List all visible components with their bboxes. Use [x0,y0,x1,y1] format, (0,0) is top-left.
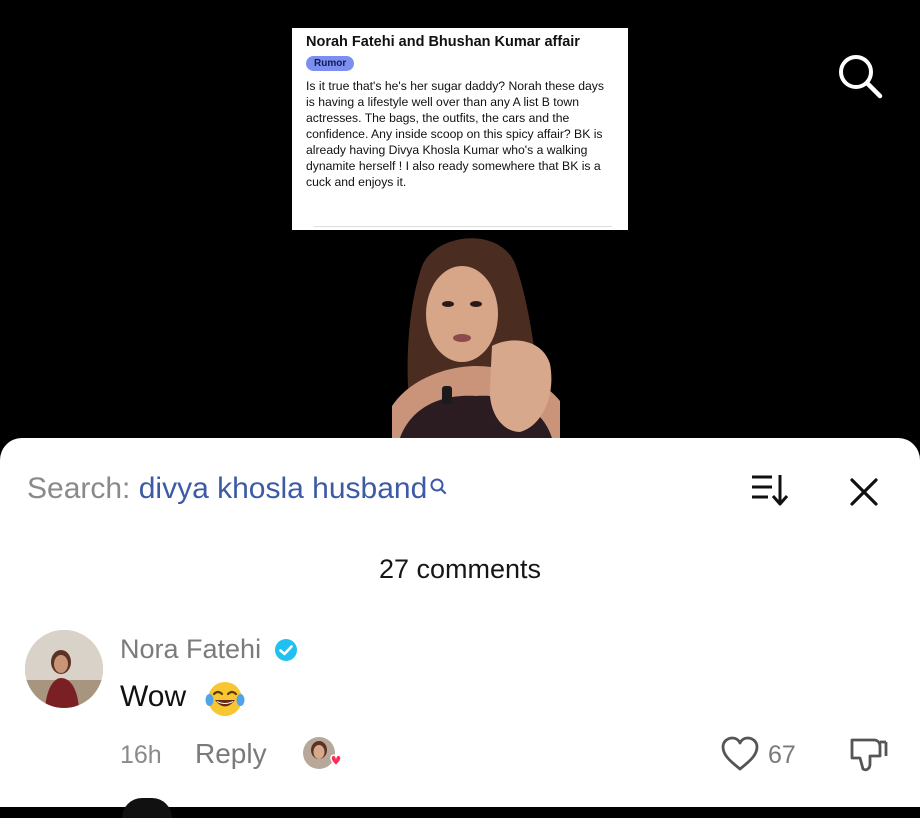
rumor-post-card: Norah Fatehi and Bhushan Kumar affair Ru… [292,28,628,230]
comment-count: 27 comments [378,554,542,584]
sort-icon[interactable] [748,472,792,508]
reply-button[interactable]: Reply [195,738,267,770]
creator-figure [392,238,560,438]
verified-badge-icon [274,638,298,662]
close-icon[interactable] [846,474,882,510]
post-tag-badge: Rumor [306,56,355,71]
comment-author[interactable]: Nora Fatehi [120,634,261,665]
creator-video-frame [392,226,560,438]
next-comment-avatar[interactable] [122,798,172,818]
liked-by-creator-icon [302,736,344,774]
laughing-emoji-icon [205,679,245,719]
like-count: 67 [768,741,796,769]
heart-icon[interactable] [720,736,760,772]
post-title: Norah Fatehi and Bhushan Kumar affair [306,34,580,50]
comment-timestamp: 16h [120,741,162,769]
search-mini-icon [429,472,447,495]
search-query-link[interactable]: divya khosla husband [139,472,428,505]
avatar[interactable] [25,630,103,708]
search-icon[interactable] [836,52,884,100]
video-player[interactable]: Norah Fatehi and Bhushan Kumar affair Ru… [0,0,920,460]
search-prefix-label: Search: [27,472,139,505]
comment-search-bar[interactable]: Search: divya khosla husband [27,472,447,506]
dislike-icon[interactable] [848,736,888,774]
comments-sheet: Search: divya khosla husband 27 comments… [0,438,920,818]
post-body: Is it true that's he's her sugar daddy? … [306,79,604,189]
comment-text: Wow [120,680,187,713]
